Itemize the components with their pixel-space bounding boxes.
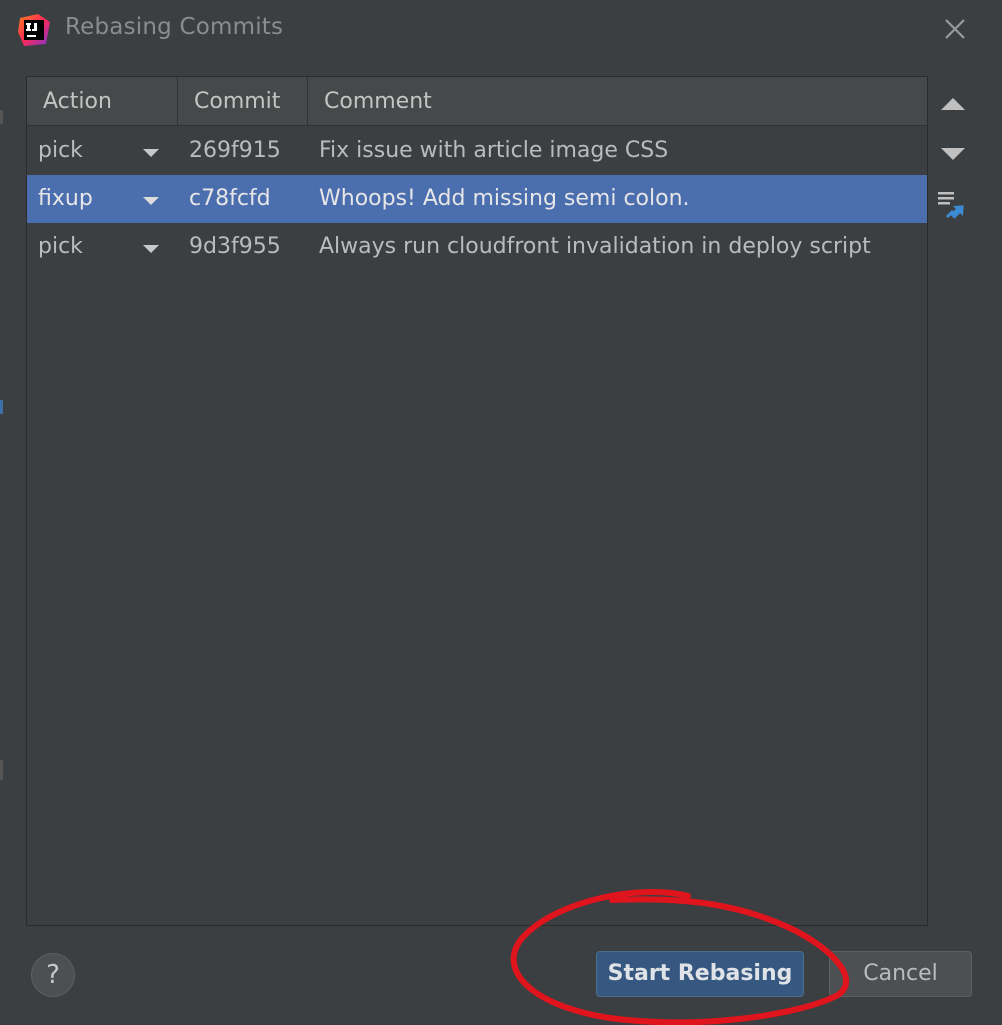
edge-mark (0, 400, 3, 414)
chevron-down-icon[interactable] (139, 223, 163, 271)
action-value[interactable]: pick (38, 127, 138, 175)
column-header-commit[interactable]: Commit (177, 77, 307, 126)
start-rebasing-button[interactable]: Start Rebasing (596, 951, 804, 997)
close-icon[interactable] (938, 12, 972, 46)
action-value[interactable]: fixup (38, 175, 138, 223)
move-up-icon[interactable] (936, 86, 970, 120)
table-row[interactable]: pick 269f915 Fix issue with article imag… (27, 127, 927, 175)
unite-commits-icon[interactable] (936, 188, 970, 222)
commits-table: Action Commit Comment pick 269f915 Fix i… (26, 76, 928, 926)
rebase-dialog: Rebasing Commits Action Commit Comment p… (0, 0, 1002, 1025)
edge-mark (0, 760, 3, 780)
column-header-action[interactable]: Action (27, 77, 177, 126)
chevron-down-icon[interactable] (139, 127, 163, 175)
action-value[interactable]: pick (38, 223, 138, 271)
move-down-icon[interactable] (936, 136, 970, 170)
commit-hash: 269f915 (189, 138, 281, 163)
chevron-down-icon[interactable] (139, 175, 163, 223)
cancel-button[interactable]: Cancel (829, 951, 972, 997)
commit-hash: 9d3f955 (189, 234, 281, 259)
column-header-comment[interactable]: Comment (307, 77, 927, 126)
table-row-selected[interactable]: fixup c78fcfd Whoops! Add missing semi c… (27, 175, 927, 223)
commit-comment[interactable]: Always run cloudfront invalidation in de… (319, 223, 919, 271)
edge-mark (0, 110, 3, 124)
window-title: Rebasing Commits (65, 14, 284, 40)
table-row[interactable]: pick 9d3f955 Always run cloudfront inval… (27, 223, 927, 271)
commit-comment[interactable]: Fix issue with article image CSS (319, 127, 919, 175)
side-toolbar (928, 76, 980, 926)
commit-hash: c78fcfd (189, 186, 271, 211)
help-button[interactable]: ? (31, 953, 75, 997)
title-bar: Rebasing Commits (0, 0, 1002, 60)
table-header: Action Commit Comment (27, 77, 927, 126)
commit-comment[interactable]: Whoops! Add missing semi colon. (319, 175, 919, 223)
intellij-logo-icon (18, 14, 50, 46)
